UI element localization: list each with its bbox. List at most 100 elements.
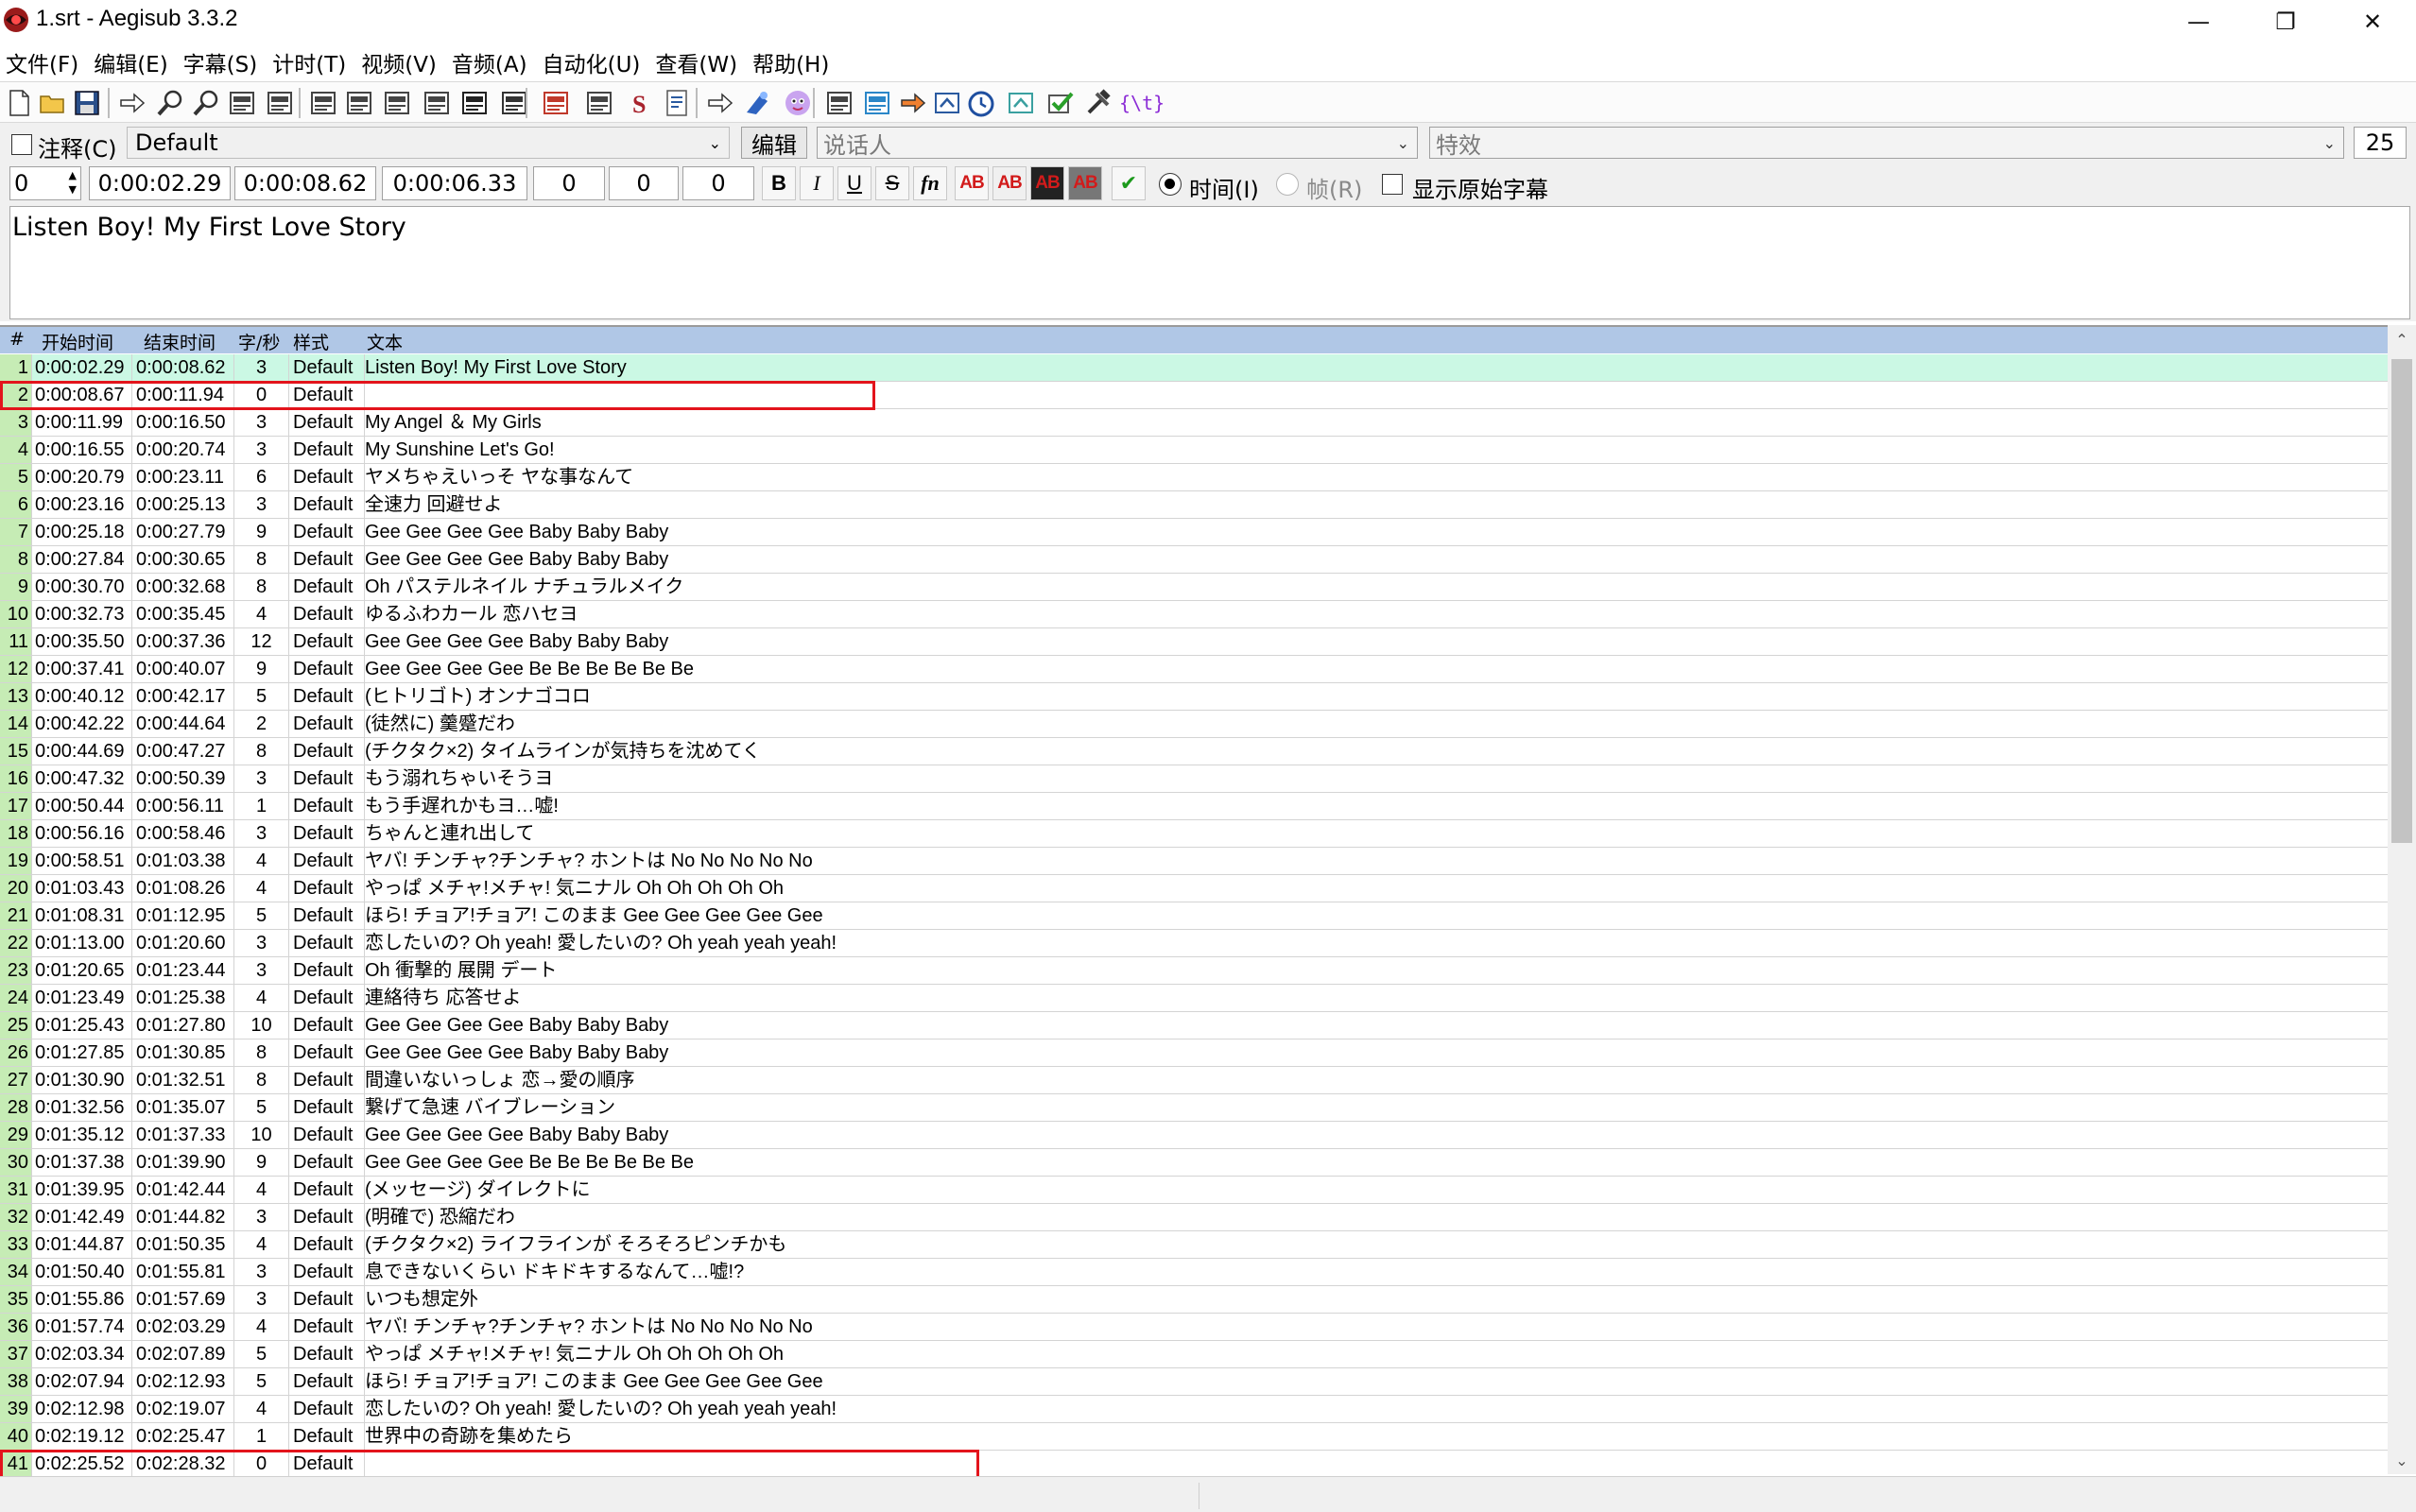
subtitle-row[interactable]: 26 0:01:27.85 0:01:30.85 8 Default Gee Gee Ge…: [0, 1040, 2388, 1067]
select-lines-icon[interactable]: [824, 88, 854, 118]
export-icon[interactable]: [932, 88, 962, 118]
shift-times-icon[interactable]: [459, 88, 490, 118]
italic-button[interactable]: I: [800, 166, 834, 200]
edit-style-button[interactable]: 编辑: [741, 127, 807, 159]
subtitle-row[interactable]: 9 0:00:30.70 0:00:32.68 8 Default Oh パステルネイル …: [0, 574, 2388, 601]
subtitle-row[interactable]: 7 0:00:25.18 0:00:27.79 9 Default Gee Gee Gee…: [0, 519, 2388, 546]
spin-arrows-icon[interactable]: ▲ ▼: [69, 168, 77, 197]
menu-audio[interactable]: 音频(A): [452, 46, 527, 78]
subtitle-row[interactable]: 22 0:01:13.00 0:01:20.60 3 Default 恋したいの? Oh …: [0, 930, 2388, 957]
subtitle-row[interactable]: 32 0:01:42.49 0:01:44.82 3 Default (明確で) 恐縮だわ: [0, 1204, 2388, 1231]
restore-button[interactable]: ❐: [2242, 0, 2329, 43]
minimize-button[interactable]: —: [2155, 0, 2242, 43]
subtitle-row[interactable]: 18 0:00:56.16 0:00:58.46 3 Default ちゃんと連れ出して: [0, 820, 2388, 848]
tools-icon[interactable]: [1083, 88, 1113, 118]
subtitle-row[interactable]: 17 0:00:50.44 0:00:56.11 1 Default もう手遅れかもヨ…嘘…: [0, 793, 2388, 820]
close-button[interactable]: ✕: [2329, 0, 2416, 43]
start-time-field[interactable]: 0:00:02.29: [89, 166, 231, 200]
menu-edit[interactable]: 编辑(E): [94, 46, 167, 78]
subtitle-row[interactable]: 33 0:01:44.87 0:01:50.35 4 Default (チクタク×2) ラ…: [0, 1231, 2388, 1259]
subtitle-row[interactable]: 23 0:01:20.65 0:01:23.44 3 Default Oh 衝撃的 展開 …: [0, 957, 2388, 985]
subtitle-row[interactable]: 28 0:01:32.56 0:01:35.07 5 Default 繋げて急速 バイブレ…: [0, 1094, 2388, 1122]
margin-right-field[interactable]: 0: [609, 166, 679, 200]
margin-vertical-field[interactable]: 0: [682, 166, 754, 200]
subtitle-row[interactable]: 6 0:00:23.16 0:00:25.13 3 Default 全速力 回避せよ: [0, 491, 2388, 519]
subtitle-row[interactable]: 10 0:00:32.73 0:00:35.45 4 Default ゆるふわカール 恋ハ…: [0, 601, 2388, 628]
layer-spin[interactable]: 0 ▲ ▼: [9, 166, 81, 200]
scroll-up-icon[interactable]: ⌃: [2388, 325, 2416, 353]
subtitle-row[interactable]: 8 0:00:27.84 0:00:30.65 8 Default Gee Gee Gee…: [0, 546, 2388, 574]
menu-video[interactable]: 视频(V): [361, 46, 437, 78]
resample-icon[interactable]: [422, 88, 452, 118]
subtitle-row[interactable]: 30 0:01:37.38 0:01:39.90 9 Default Gee Gee Ge…: [0, 1149, 2388, 1177]
end-time-field[interactable]: 0:00:08.62: [234, 166, 376, 200]
subtitle-row[interactable]: 1 0:00:02.29 0:00:08.62 3 Default Listen Boy!…: [0, 354, 2388, 382]
subtitle-row[interactable]: 39 0:02:12.98 0:02:19.07 4 Default 恋したいの? Oh …: [0, 1396, 2388, 1423]
styling-assistant-icon[interactable]: S: [624, 88, 654, 118]
subtitle-row[interactable]: 21 0:01:08.31 0:01:12.95 5 Default ほら! チョア!チョ…: [0, 902, 2388, 930]
video-details-icon[interactable]: [227, 88, 257, 118]
style-select[interactable]: Default ⌄: [127, 127, 730, 159]
secondary-color-button[interactable]: AB: [992, 166, 1027, 200]
override-tag-icon[interactable]: {\t}: [1119, 88, 1165, 118]
frame-mode-radio[interactable]: [1276, 173, 1299, 196]
subtitle-row[interactable]: 14 0:00:42.22 0:00:44.64 2 Default (徒然に) 羹蹙だわ: [0, 711, 2388, 738]
subtitle-row[interactable]: 31 0:01:39.95 0:01:42.44 4 Default (メッセージ) ダイ…: [0, 1177, 2388, 1204]
primary-color-button[interactable]: AB: [955, 166, 989, 200]
menu-help[interactable]: 帮助(H): [752, 46, 829, 78]
actor-combo[interactable]: 说话人 ⌄: [817, 127, 1418, 159]
spell-checker-icon[interactable]: [662, 88, 692, 118]
attachments-icon[interactable]: [344, 88, 374, 118]
subtitle-row[interactable]: 36 0:01:57.74 0:02:03.29 4 Default ヤバ! チンチャ?チ…: [0, 1314, 2388, 1341]
subtitle-row[interactable]: 12 0:00:37.41 0:00:40.07 9 Default Gee Gee Ge…: [0, 656, 2388, 683]
new-file-icon[interactable]: [4, 88, 34, 118]
translation-assistant-icon[interactable]: [584, 88, 614, 118]
menu-view[interactable]: 查看(W): [655, 46, 737, 78]
audio-details-icon[interactable]: [265, 88, 295, 118]
fonts-collector-icon[interactable]: [382, 88, 412, 118]
subtitle-row[interactable]: 29 0:01:35.12 0:01:37.33 10 Default Gee Gee G…: [0, 1122, 2388, 1149]
subtitle-row[interactable]: 5 0:00:20.79 0:00:23.11 6 Default ヤメちゃえいっそ ヤな…: [0, 464, 2388, 491]
subtitle-row[interactable]: 3 0:00:11.99 0:00:16.50 3 Default My Angel ＆ …: [0, 409, 2388, 437]
effect-combo[interactable]: 特效 ⌄: [1429, 127, 2344, 159]
time-mode-radio[interactable]: [1159, 173, 1182, 196]
subtitle-row[interactable]: 4 0:00:16.55 0:00:20.74 3 Default My Sunshine…: [0, 437, 2388, 464]
subtitle-row[interactable]: 20 0:01:03.43 0:01:08.26 4 Default やっぱ メチャ!メチ…: [0, 875, 2388, 902]
styles-manager-icon[interactable]: [308, 88, 338, 118]
scrollbar-thumb[interactable]: [2391, 359, 2412, 843]
scroll-down-icon[interactable]: ⌄: [2388, 1446, 2416, 1474]
clock-icon[interactable]: [966, 88, 996, 118]
subtitle-row[interactable]: 13 0:00:40.12 0:00:42.17 5 Default (ヒトリゴト) オン…: [0, 683, 2388, 711]
menu-file[interactable]: 文件(F): [6, 46, 78, 78]
grid-scrollbar[interactable]: ⌃ ⌄: [2388, 325, 2416, 1474]
zoom-out-icon[interactable]: [191, 88, 221, 118]
bold-button[interactable]: B: [762, 166, 796, 200]
commit-checkmark-icon[interactable]: ✔: [1112, 166, 1146, 200]
strikeout-button[interactable]: S: [875, 166, 909, 200]
subtitle-row[interactable]: 25 0:01:25.43 0:01:27.80 10 Default Gee Gee G…: [0, 1012, 2388, 1040]
subtitle-row[interactable]: 11 0:00:35.50 0:00:37.36 12 Default Gee Gee G…: [0, 628, 2388, 656]
check-icon[interactable]: [1045, 88, 1076, 118]
subtitle-row[interactable]: 34 0:01:50.40 0:01:55.81 3 Default 息できないくらい ド…: [0, 1259, 2388, 1286]
zoom-in-icon[interactable]: [155, 88, 185, 118]
shadow-color-button[interactable]: AB: [1068, 166, 1102, 200]
open-file-icon[interactable]: [38, 88, 68, 118]
kanji-timer-icon[interactable]: [541, 88, 571, 118]
subtitle-row[interactable]: 37 0:02:03.34 0:02:07.89 5 Default やっぱ メチャ!メチ…: [0, 1341, 2388, 1368]
save-icon[interactable]: [72, 88, 102, 118]
subtitle-row[interactable]: 19 0:00:58.51 0:01:03.38 4 Default ヤバ! チンチャ?チ…: [0, 848, 2388, 875]
mascot-icon[interactable]: [783, 88, 813, 118]
visual-typesetting-icon[interactable]: [862, 88, 892, 118]
subtitle-row[interactable]: 15 0:00:44.69 0:00:47.27 8 Default (チクタク×2) タ…: [0, 738, 2388, 765]
subtitle-row[interactable]: 38 0:02:07.94 0:02:12.93 5 Default ほら! チョア!チョ…: [0, 1368, 2388, 1396]
margin-left-field[interactable]: 0: [533, 166, 605, 200]
duration-field[interactable]: 0:00:06.33: [382, 166, 527, 200]
subtitle-row[interactable]: 35 0:01:55.86 0:01:57.69 3 Default いつも想定外: [0, 1286, 2388, 1314]
menu-subtitle[interactable]: 字幕(S): [183, 46, 258, 78]
subtitle-row[interactable]: 16 0:00:47.32 0:00:50.39 3 Default もう溺れちゃいそうヨ: [0, 765, 2388, 793]
outline-color-button[interactable]: AB: [1030, 166, 1064, 200]
find-replace-icon[interactable]: [898, 88, 928, 118]
underline-button[interactable]: U: [837, 166, 871, 200]
show-original-checkbox[interactable]: [1382, 174, 1403, 195]
subtitle-text-editor[interactable]: Listen Boy! My First Love Story: [9, 206, 2410, 319]
